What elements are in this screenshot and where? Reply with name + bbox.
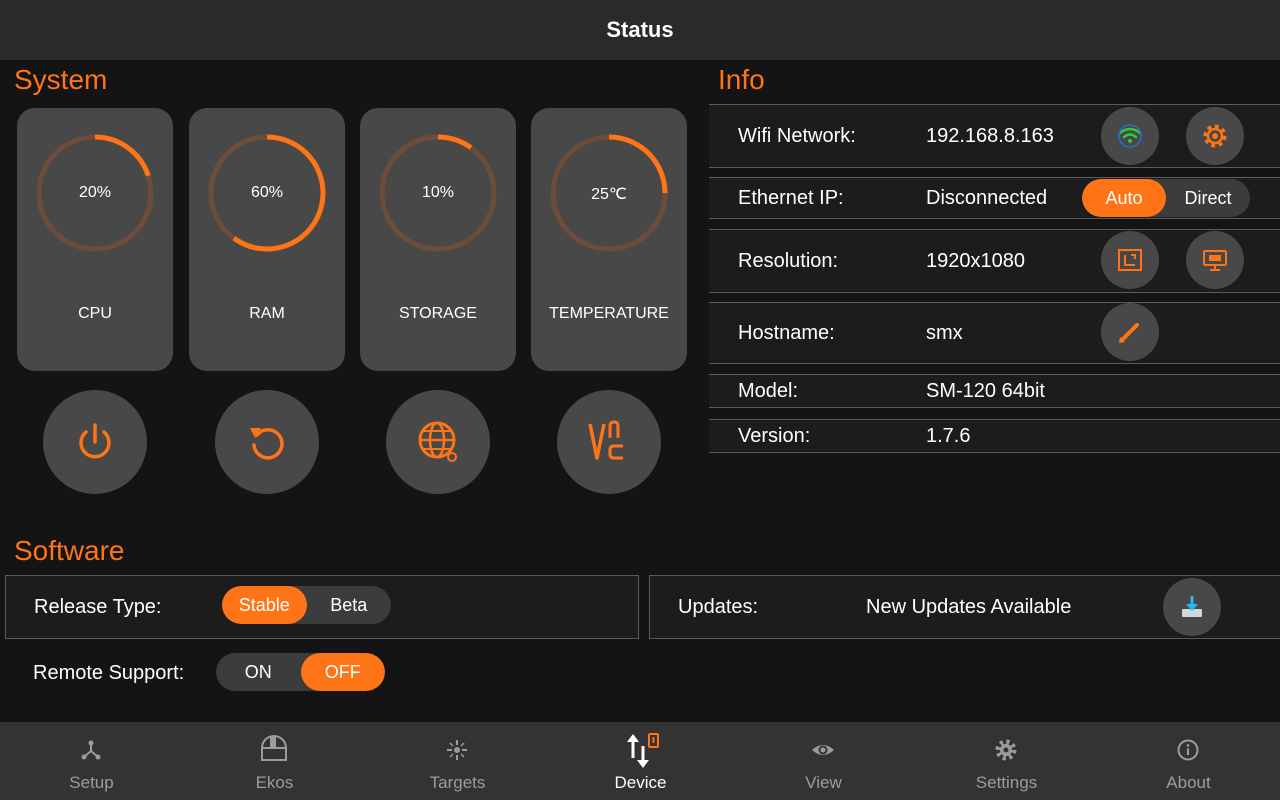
download-update-button[interactable] [1163,578,1221,636]
network-settings-button[interactable] [1186,107,1244,165]
wifi-row: Wifi Network: 192.168.8.163 [709,104,1280,168]
wifi-label: Wifi Network: [738,125,856,147]
nav-settings-label: Settings [975,773,1038,792]
version-label: Version: [738,425,811,447]
hostname-label: Hostname: [738,322,835,344]
resolution-value: 1920x1080 [926,250,1025,272]
gear-icon [995,739,1017,761]
release-type-row: Release Type: Stable Beta [5,575,639,639]
nav-view-label: View [805,773,842,792]
ethernet-mode-toggle: Auto Direct [1082,179,1250,217]
storage-value: 10% [421,184,455,201]
ram-value: 60% [250,184,284,201]
ekos-icon [261,735,287,761]
ram-gauge-card: 60% RAM [189,108,345,371]
pencil-icon [1119,323,1139,343]
fit-screen-button[interactable] [1101,231,1159,289]
info-section-title: Info [718,64,765,95]
ethernet-label: Ethernet IP: [738,187,844,209]
nav-about[interactable]: About [1097,722,1280,800]
cpu-gauge-card: 20% CPU [17,108,173,371]
model-label: Model: [738,380,799,402]
page-title: Status [606,17,674,42]
remote-on-option[interactable]: ON [216,653,301,691]
temperature-gauge-card: 25℃ TEMPERATURE [531,108,687,371]
remote-support-toggle: ON OFF [216,653,385,691]
wifi-value: 192.168.8.163 [926,125,1054,147]
ram-label: RAM [249,305,285,322]
top-bar: Status [0,0,1280,60]
ethernet-auto-option[interactable]: Auto [1082,179,1166,217]
ethernet-direct-option[interactable]: Direct [1166,179,1250,217]
updates-label: Updates: [678,596,759,618]
model-row: Model: SM-120 64bit [709,374,1280,408]
eye-icon [812,745,834,755]
remote-support-label: Remote Support: [33,662,185,684]
nav-setup-label: Setup [69,773,114,792]
nav-device[interactable]: Device [549,722,732,800]
release-beta-option[interactable]: Beta [307,586,392,624]
ethernet-row: Ethernet IP: Disconnected Auto Direct [709,177,1280,219]
download-icon [1182,596,1202,617]
updates-row: Updates: New Updates Available [649,575,1280,639]
setup-icon [81,740,101,760]
vnc-icon [588,420,623,460]
version-row: Version: 1.7.6 [709,419,1280,453]
release-stable-option[interactable]: Stable [222,586,307,624]
nav-device-label: Device [614,773,667,792]
nav-about-label: About [1166,773,1211,792]
power-button[interactable] [43,390,147,494]
system-section-title: System [14,64,108,95]
model-value: SM-120 64bit [926,380,1045,402]
fit-screen-icon [1118,249,1142,271]
nav-targets-label: Targets [429,773,486,792]
release-type-toggle: Stable Beta [222,586,391,624]
release-type-label: Release Type: [34,596,162,618]
restart-button[interactable] [215,390,319,494]
resolution-row: Resolution: 1920x1080 [709,229,1280,293]
wifi-button[interactable] [1101,107,1159,165]
monitor-icon [1203,250,1227,271]
cpu-label: CPU [78,305,112,322]
wifi-icon [1118,124,1142,148]
edit-hostname-button[interactable] [1101,303,1159,361]
temperature-value: 25℃ [591,186,627,203]
version-value: 1.7.6 [926,425,971,447]
device-icon [627,733,659,768]
restart-icon [250,427,284,460]
power-icon [79,423,111,459]
cpu-value: 20% [78,184,112,201]
nav-ekos[interactable]: Ekos [183,722,366,800]
nav-setup[interactable]: Setup [0,722,183,800]
nav-settings[interactable]: Settings [915,722,1098,800]
software-section-title: Software [14,535,125,566]
nav-view[interactable]: View [732,722,915,800]
storage-label: STORAGE [399,305,477,322]
nav-ekos-label: Ekos [255,773,294,792]
hostname-value: smx [926,322,963,344]
info-icon [1177,739,1199,761]
display-button[interactable] [1186,231,1244,289]
resolution-label: Resolution: [738,250,839,272]
bottom-nav: Setup Ekos Targets Device View Settings … [0,722,1280,800]
globe-icon [418,421,457,462]
storage-gauge-card: 10% STORAGE [360,108,516,371]
ethernet-value: Disconnected [926,187,1048,209]
remote-off-option[interactable]: OFF [300,653,385,691]
updates-status: New Updates Available [866,596,1072,618]
temperature-label: TEMPERATURE [549,305,669,322]
globe-button[interactable] [386,390,490,494]
vnc-button[interactable] [557,390,661,494]
gear-icon [1203,124,1227,148]
nav-targets[interactable]: Targets [366,722,549,800]
targets-icon [447,740,467,760]
hostname-row: Hostname: smx [709,302,1280,364]
